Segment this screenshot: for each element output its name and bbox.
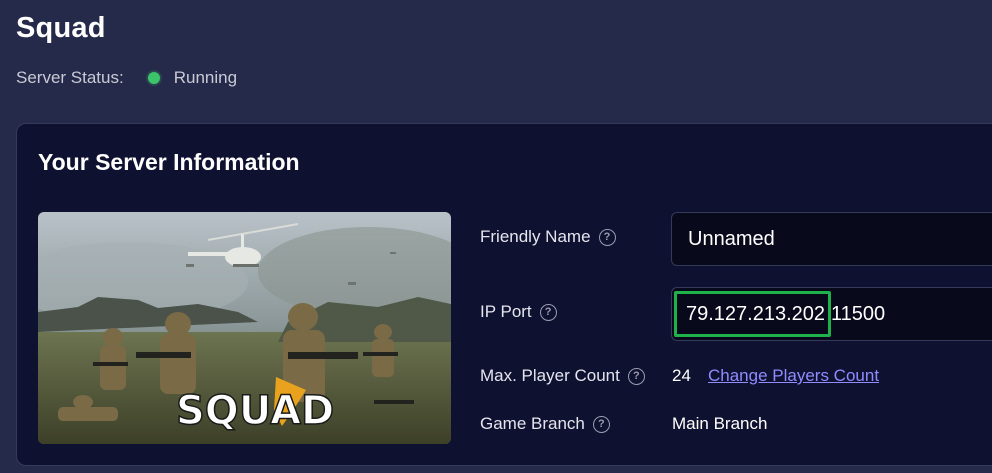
ip-port-label: IP Port <box>480 302 532 321</box>
max-player-count-row: Max. Player Count ? <box>480 366 645 386</box>
game-branch-row: Game Branch ? <box>480 414 610 434</box>
question-circle-icon[interactable]: ? <box>539 303 557 321</box>
friendly-name-row: Friendly Name ? <box>480 227 616 247</box>
question-circle-icon[interactable]: ? <box>627 367 645 385</box>
ip-address-highlight: 79.127.213.202 <box>674 291 832 337</box>
friendly-name-label: Friendly Name <box>480 227 591 246</box>
friendly-name-value: Unnamed <box>688 227 775 250</box>
port-value: 11500 <box>831 302 886 325</box>
question-circle-icon[interactable]: ? <box>592 415 610 433</box>
server-info-card: Your Server Information SQUAD Friendly N… <box>16 123 992 466</box>
game-branch-value: Main Branch <box>672 414 768 433</box>
ip-port-field[interactable]: 79.127.213.202 11500 <box>671 287 992 341</box>
ip-address-value: 79.127.213.202 <box>686 302 826 325</box>
card-title: Your Server Information <box>38 149 300 175</box>
server-status: Server Status: Running <box>16 68 237 88</box>
squad-logo: SQUAD <box>176 388 334 434</box>
server-status-value: Running <box>173 68 238 87</box>
server-status-label: Server Status: <box>16 68 124 87</box>
game-branch-label: Game Branch <box>480 414 585 433</box>
max-player-count-label: Max. Player Count <box>480 366 620 385</box>
change-players-count-link[interactable]: Change Players Count <box>708 366 879 386</box>
ip-port-row: IP Port ? <box>480 302 557 322</box>
question-circle-icon[interactable]: ? <box>598 228 616 246</box>
status-indicator-icon <box>147 72 160 84</box>
max-player-count-value: 24 <box>672 366 691 385</box>
page: Squad Server Status: Running Your Server… <box>0 0 992 473</box>
friendly-name-field[interactable]: Unnamed <box>671 212 992 266</box>
page-title: Squad <box>16 12 106 44</box>
game-artwork-image: SQUAD <box>38 212 451 444</box>
